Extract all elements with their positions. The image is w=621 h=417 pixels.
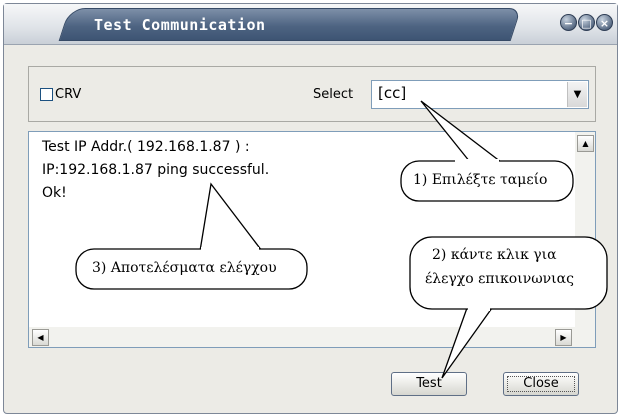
callout-shapes [75,100,608,379]
results-callout-text: 3) Αποτελέσματα ελέγχου [92,260,277,276]
select-callout-pointer [420,100,502,163]
results-callout-pointer [199,182,263,252]
click-callout-pointer [441,307,493,379]
select-callout-text: 1) Επιλέξτε ταμείο [413,172,548,188]
click-callout-text-line2: έλεγχο επικοινωνιας [425,271,574,287]
click-callout-text-line1: 2) κάντε κλικ για [432,247,557,263]
